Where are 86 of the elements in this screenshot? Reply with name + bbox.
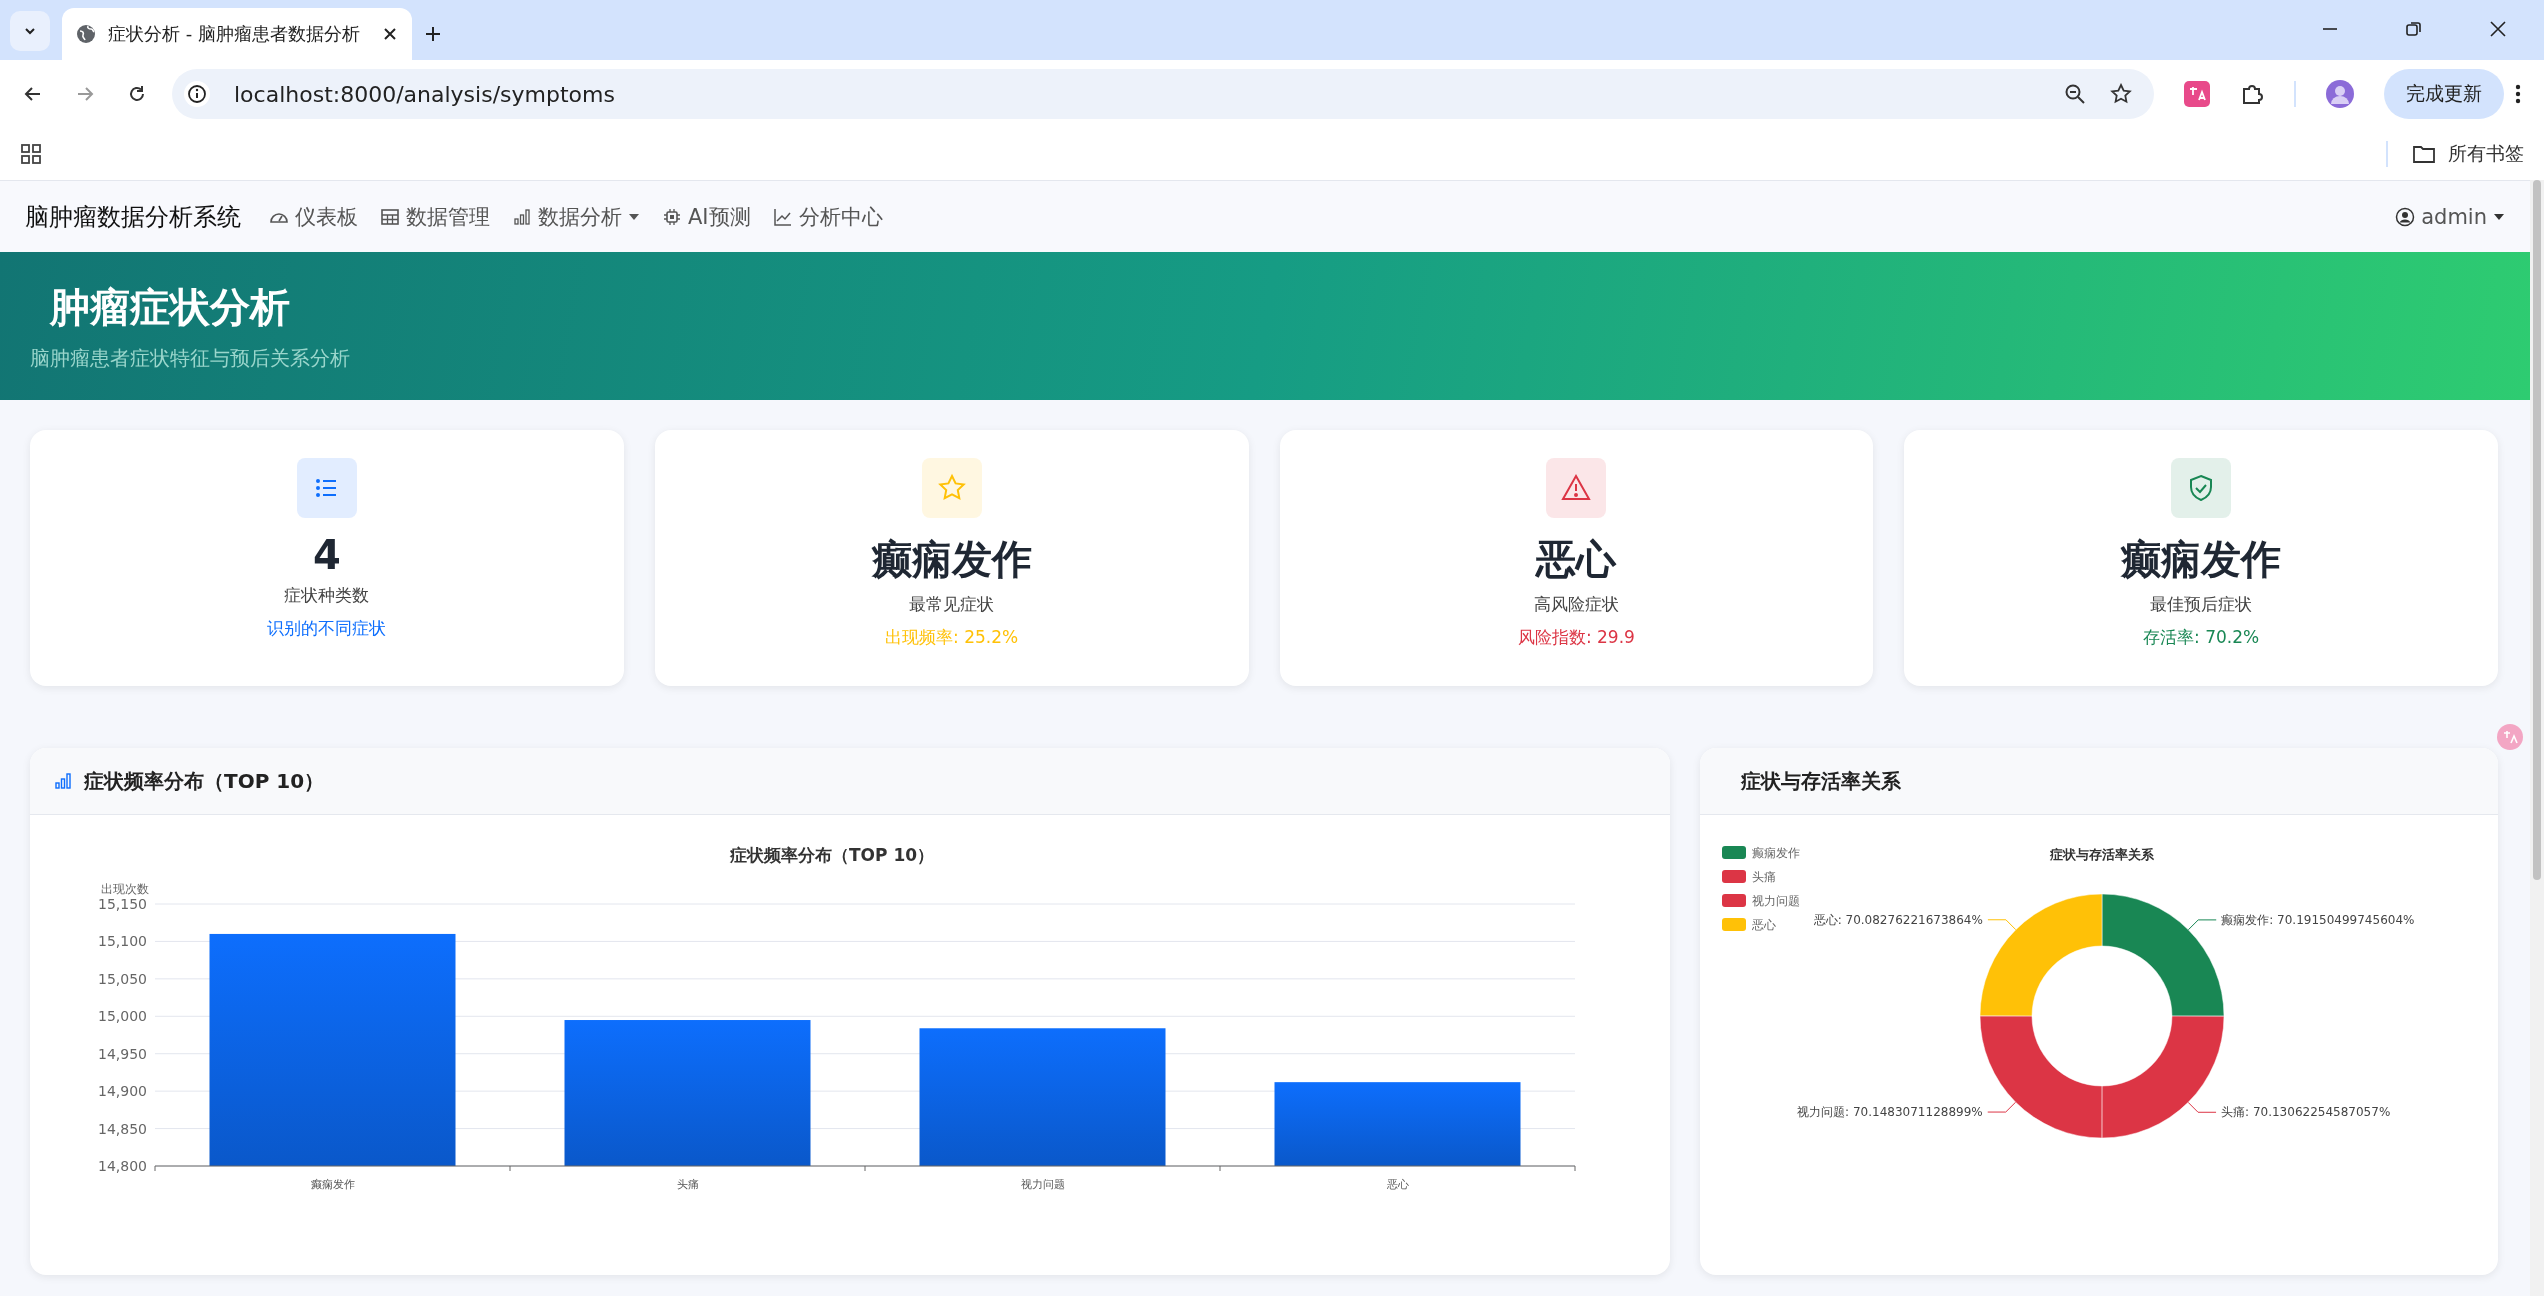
stat-label: 症状种类数	[284, 584, 370, 607]
legend-label[interactable]: 视力问题	[1752, 894, 1800, 908]
category-label: 头痛	[676, 1178, 699, 1191]
brand-title[interactable]: 脑肿瘤数据分析系统	[25, 200, 241, 233]
list-icon	[296, 458, 357, 518]
nav-link[interactable]: 分析中心	[772, 202, 883, 231]
legend-label[interactable]: 头痛	[1752, 870, 1776, 884]
scrollbar[interactable]	[2530, 180, 2544, 1296]
stat-note: 识别的不同症状	[267, 617, 387, 640]
user-icon	[2395, 206, 2416, 227]
cpu-icon	[662, 206, 682, 227]
star-icon[interactable]	[2110, 83, 2132, 105]
axis-title: 出现次数	[101, 882, 149, 896]
data-label: 恶心: 70.08276221673864%	[1813, 912, 1983, 927]
data-label: 头痛: 70.13062254587057%	[2221, 1105, 2391, 1120]
browser-tab[interactable]: 症状分析 - 脑肿瘤患者数据分析	[62, 8, 412, 60]
stat-value: 恶心	[1536, 535, 1617, 584]
nav-link[interactable]: AI预测	[662, 202, 751, 231]
more-icon[interactable]	[2514, 82, 2522, 106]
tab-title: 症状分析 - 脑肿瘤患者数据分析	[108, 22, 361, 46]
stat-value: 4	[312, 532, 341, 578]
leader-line	[1987, 1101, 2017, 1113]
stat-label: 最常见症状	[909, 593, 995, 616]
card-title: 症状频率分布（TOP 10）	[84, 767, 325, 795]
new-tab-icon[interactable]	[424, 25, 442, 43]
profile-avatar[interactable]	[2326, 80, 2354, 108]
apps-grid-icon[interactable]	[20, 143, 42, 165]
translate-extension-icon[interactable]	[2184, 81, 2210, 107]
tick-label: 14,850	[98, 1120, 147, 1137]
stat-note: 风险指数: 29.9	[1517, 626, 1635, 649]
page-title: 肿瘤症状分析	[50, 283, 291, 332]
data-label: 癫痫发作: 70.19150499745604%	[2221, 912, 2415, 927]
restore-icon[interactable]	[2405, 20, 2423, 38]
alert-icon	[1546, 458, 1607, 518]
globe-icon	[76, 24, 96, 44]
tick-label: 14,800	[98, 1158, 147, 1174]
tick-label: 15,100	[98, 933, 147, 950]
stat-value: 癫痫发作	[871, 535, 1032, 584]
legend-swatch[interactable]	[1722, 870, 1746, 883]
close-window-icon[interactable]	[2489, 20, 2507, 38]
zoom-out-icon[interactable]	[2064, 83, 2086, 105]
bar-chart-icon	[54, 772, 72, 790]
caret-icon	[628, 211, 640, 222]
puzzle-icon[interactable]	[2240, 82, 2264, 106]
chart-title: 症状频率分布（TOP 10）	[729, 845, 935, 865]
nav-link[interactable]: 仪表板	[269, 202, 358, 231]
tick-label: 15,000	[98, 1008, 147, 1025]
stat-label: 最佳预后症状	[2150, 593, 2253, 616]
close-icon[interactable]	[382, 26, 398, 42]
bookmarks-folder[interactable]: 所有书签	[2412, 141, 2524, 167]
leader-line	[2187, 919, 2217, 931]
caret-icon	[2493, 211, 2505, 222]
chart-title: 症状与存活率关系	[2050, 847, 2154, 862]
leader-line	[1987, 919, 2017, 931]
data-label: 视力问题: 70.1483071128899%	[1797, 1105, 1983, 1120]
tick-label: 15,150	[98, 896, 147, 912]
legend-swatch[interactable]	[1722, 846, 1746, 859]
category-label: 视力问题	[1020, 1178, 1065, 1191]
update-button[interactable]: 完成更新	[2384, 69, 2504, 119]
tick-label: 15,050	[98, 970, 147, 987]
legend-swatch[interactable]	[1722, 918, 1746, 931]
stat-value: 癫痫发作	[2121, 535, 2282, 584]
url-text: localhost:8000/analysis/symptoms	[234, 81, 615, 107]
address-bar[interactable]: localhost:8000/analysis/symptoms	[172, 69, 2154, 119]
table-icon	[380, 206, 400, 227]
stat-note: 存活率: 70.2%	[2143, 626, 2260, 649]
bars-icon	[512, 206, 532, 227]
stat-label: 高风险症状	[1533, 593, 1619, 616]
nav-link[interactable]: 数据分析	[512, 202, 640, 231]
user-menu[interactable]: admin	[2395, 204, 2505, 229]
info-icon[interactable]	[184, 81, 210, 107]
leader-line	[2187, 1101, 2217, 1113]
category-label: 癫痫发作	[310, 1178, 355, 1191]
nav-link[interactable]: 数据管理	[380, 202, 490, 231]
legend-swatch[interactable]	[1722, 894, 1746, 907]
tick-label: 14,950	[98, 1045, 147, 1062]
card-title: 症状与存活率关系	[1740, 767, 1901, 795]
folder-icon	[2412, 144, 2436, 164]
stat-note: 出现频率: 25.2%	[885, 626, 1019, 649]
tick-label: 14,900	[98, 1083, 147, 1100]
legend-label[interactable]: 恶心	[1752, 918, 1776, 932]
category-label: 恶心	[1386, 1178, 1409, 1191]
shield-icon	[2171, 458, 2232, 518]
page-subtitle: 脑肿瘤患者症状特征与预后关系分析	[30, 345, 351, 372]
trend-icon	[772, 206, 793, 227]
legend-label[interactable]: 癫痫发作	[1752, 846, 1800, 860]
